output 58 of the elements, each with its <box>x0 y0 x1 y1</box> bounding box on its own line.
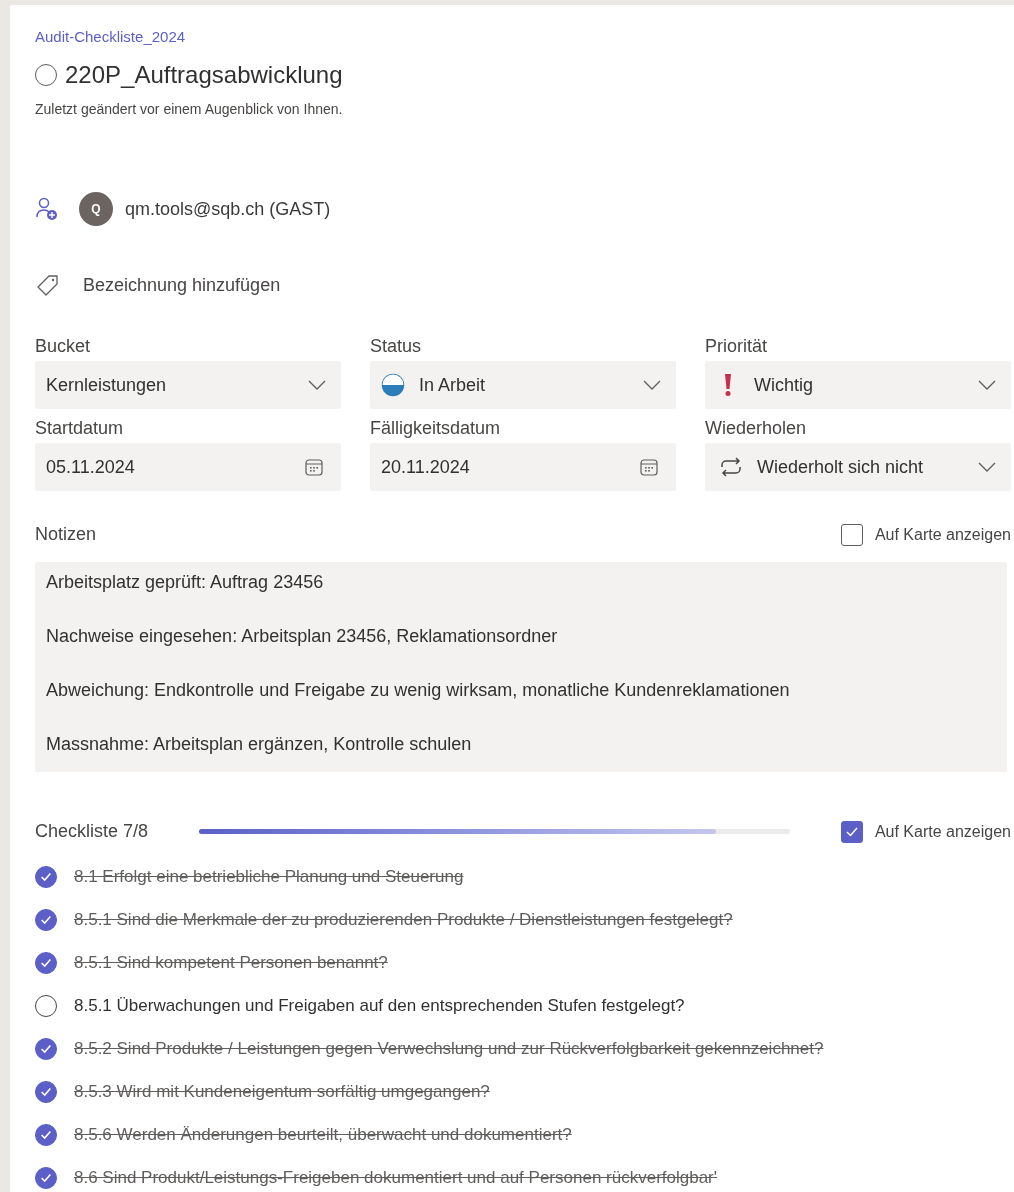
checklist-item: 8.6 Sind Produkt/Leistungs-Freigeben dokumentiert und auf Personen rückverfolgbar' <box>74 1166 717 1189</box>
field-label: Startdatum <box>35 417 125 440</box>
dropdown-field[interactable]: Wiederholt sich nicht <box>705 443 1011 491</box>
calendar-icon <box>639 457 659 477</box>
chevron-down-icon <box>978 462 996 472</box>
checklist-checkbox[interactable] <box>35 865 57 888</box>
task-title: 220P_Auftragsabwicklung <box>65 60 343 90</box>
chevron-down-icon <box>978 380 996 390</box>
checklist-checkbox[interactable] <box>35 908 57 931</box>
field-label: Priorität <box>705 335 768 358</box>
field-value: Wichtig <box>754 373 814 397</box>
checklist-item: 8.1 Erfolgt eine betriebliche Planung und Steuerung <box>74 865 464 888</box>
checklist-checkbox[interactable] <box>35 1123 57 1146</box>
checklist-item: 8.5.6 Werden Änderungen beurteilt, überwacht und dokumentiert? <box>74 1123 572 1146</box>
checklist-item: 8.5.3 Wird mit Kundeneigentum sorfältig umgegangen? <box>74 1080 490 1103</box>
field-value: In Arbeit <box>419 373 487 397</box>
checkbox-label: Auf Karte anzeigen <box>874 821 1011 842</box>
checklist-item: 8.5.1 Sind kompetent Personen benannt? <box>74 951 388 974</box>
half-circle-icon <box>381 373 405 397</box>
field-value: 05.11.2024 <box>46 455 136 479</box>
note-line: Massnahme: Arbeitsplan ergänzen, Kontrolle schulen <box>46 733 473 755</box>
checklist-checkbox[interactable] <box>35 1166 57 1189</box>
date-field[interactable]: 05.11.2024 <box>35 443 341 491</box>
checklist-item: 8.5.2 Sind Produkte / Leistungen gegen Verwechslung und zur Rückverfolgbarkeit gekennzeichnet? <box>74 1037 824 1060</box>
checkbox[interactable] <box>840 820 863 843</box>
checklist-checkbox[interactable] <box>35 1080 57 1103</box>
calendar-icon <box>304 457 324 477</box>
date-field[interactable]: 20.11.2024 <box>370 443 676 491</box>
checklist-label: Checkliste 7/8 <box>35 820 150 843</box>
field-label: Status <box>370 335 423 358</box>
field-label: Bucket <box>35 335 92 358</box>
note-line: Arbeitsplatz geprüft: Auftrag 23456 <box>46 571 325 593</box>
checkbox[interactable] <box>840 523 863 546</box>
modified-text: Zuletzt geändert vor einem Augenblick von Ihnen. <box>35 100 344 119</box>
dropdown-field[interactable]: Wichtig <box>705 361 1011 409</box>
plan-link[interactable]: Audit-Checkliste_2024 <box>35 28 186 45</box>
repeat-icon <box>719 456 743 478</box>
dropdown-field[interactable]: Kernleistungen <box>35 361 341 409</box>
field-value: 20.11.2024 <box>381 455 471 479</box>
checklist-item: 8.5.1 Überwachungen und Freigaben auf den entsprechenden Stufen festgelegt? <box>74 994 685 1017</box>
avatar: Q <box>79 192 113 226</box>
notes-label: Notizen <box>35 523 97 546</box>
note-line: Nachweise eingesehen: Arbeitsplan 23456, Reklamationsordner <box>46 625 559 647</box>
assignee-name: qm.tools@sqb.ch (GAST) <box>125 197 331 221</box>
checklist-item: 8.5.1 Sind die Merkmale der zu produzierenden Produkte / Dienstleistungen festgelegt? <box>74 908 733 931</box>
chevron-down-icon <box>308 380 326 390</box>
checkbox-label: Auf Karte anzeigen <box>874 524 1011 545</box>
dropdown-field[interactable]: In Arbeit <box>370 361 676 409</box>
field-value: Wiederholt sich nicht <box>757 455 925 479</box>
add-label-link[interactable]: Bezeichnung hinzufügen <box>83 272 281 299</box>
checklist-checkbox[interactable] <box>35 951 57 974</box>
field-label: Fälligkeitsdatum <box>370 417 502 440</box>
checklist-checkbox[interactable] <box>35 994 57 1017</box>
chevron-down-icon <box>643 380 661 390</box>
note-line: Abweichung: Endkontrolle und Freigabe zu wenig wirksam, monatliche Kundenreklamationen <box>46 679 791 701</box>
field-value: Kernleistungen <box>46 373 168 397</box>
checklist-checkbox[interactable] <box>35 1037 57 1060</box>
field-label: Wiederholen <box>705 417 808 440</box>
